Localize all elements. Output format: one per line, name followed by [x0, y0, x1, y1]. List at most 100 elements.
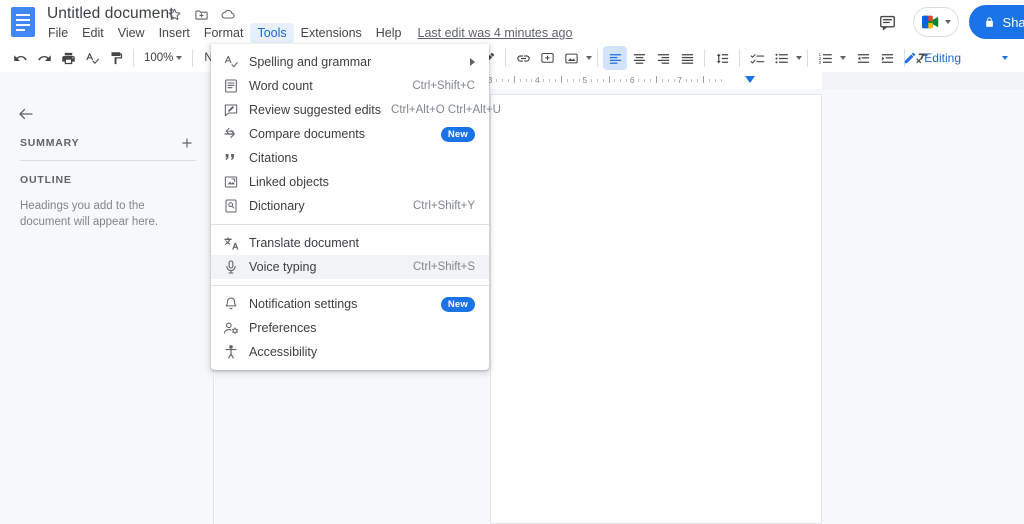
print-button[interactable] [56, 46, 80, 70]
indent-marker[interactable] [745, 76, 755, 83]
align-right-button[interactable] [651, 46, 675, 70]
docs-file-icon[interactable] [8, 6, 38, 38]
align-justify-button[interactable] [675, 46, 699, 70]
formatting-toolbar: 100% Normal [0, 44, 1024, 72]
menu-item-label: Voice typing [249, 260, 317, 274]
outline-empty-hint: Headings you add to the document will ap… [20, 200, 159, 228]
star-icon[interactable] [165, 5, 183, 23]
menu-item-compare-documents[interactable]: Compare documents New [211, 122, 489, 146]
menu-item-accessibility[interactable]: Accessibility [211, 340, 489, 364]
share-button-label: Shar [1002, 14, 1024, 30]
share-button[interactable]: Shar [968, 5, 1024, 39]
editing-chevron-down-icon[interactable] [1002, 56, 1008, 60]
ruler-tick [543, 79, 545, 82]
menu-item-label: Dictionary [249, 199, 305, 213]
menu-item-linked-objects[interactable]: Linked objects [211, 170, 489, 194]
zoom-level-select[interactable]: 100% [139, 47, 187, 69]
ruler-tick [578, 79, 580, 82]
title-action-icons [165, 5, 237, 23]
menu-item-shortcut: Ctrl+Shift+S [413, 261, 475, 273]
menu-insert[interactable]: Insert [152, 23, 197, 43]
dictionary-icon [221, 196, 241, 216]
title-bar: Untitled document File Edit View Insert … [0, 0, 1024, 44]
redo-button[interactable] [32, 46, 56, 70]
comment-history-icon[interactable] [873, 7, 903, 37]
ruler-tick [709, 79, 711, 82]
decrease-indent-button[interactable] [851, 46, 875, 70]
ruler-number: 4 [535, 75, 540, 85]
menu-item-citations[interactable]: Citations [211, 146, 489, 170]
ruler-tick [596, 79, 598, 82]
lock-icon [985, 16, 993, 27]
editing-mode-selector[interactable]: Editing [895, 47, 1016, 69]
ruler-tick [519, 79, 521, 82]
svg-text:3: 3 [819, 60, 822, 65]
menu-item-preferences[interactable]: Preferences [211, 316, 489, 340]
paint-format-button[interactable] [104, 46, 128, 70]
bulleted-list-button[interactable] [769, 46, 793, 70]
ruler-tick [495, 79, 497, 82]
document-title[interactable]: Untitled document [47, 3, 174, 25]
menu-edit[interactable]: Edit [75, 23, 111, 43]
word-count-icon [221, 76, 241, 96]
checklist-button[interactable] [745, 46, 769, 70]
menu-separator [211, 224, 489, 225]
bulleted-list-chevron-down-icon[interactable] [796, 56, 803, 60]
ruler-tick [644, 79, 646, 82]
spelling-check-button[interactable] [80, 46, 104, 70]
menu-item-label: Word count [249, 79, 313, 93]
menu-format[interactable]: Format [197, 23, 251, 43]
menu-extensions[interactable]: Extensions [294, 23, 369, 43]
ruler-tick [555, 79, 557, 82]
citations-icon [221, 148, 241, 168]
ruler-tick [572, 79, 574, 82]
zoom-chevron-down-icon[interactable] [176, 56, 183, 60]
menu-item-notification-settings[interactable]: Notification settings New [211, 292, 489, 316]
menu-item-label: Notification settings [249, 297, 358, 311]
menu-item-review-suggested-edits[interactable]: Review suggested edits Ctrl+Alt+O Ctrl+Al… [211, 98, 501, 122]
menu-file[interactable]: File [41, 23, 75, 43]
menu-item-spelling-and-grammar[interactable]: Spelling and grammar [211, 50, 489, 74]
menu-help[interactable]: Help [369, 23, 409, 43]
meet-chevron-down-icon[interactable] [944, 20, 951, 24]
insert-link-button[interactable] [511, 46, 535, 70]
line-spacing-button[interactable] [710, 46, 734, 70]
numbered-list-chevron-down-icon[interactable] [840, 56, 847, 60]
back-arrow-icon[interactable] [14, 102, 38, 126]
zoom-level-value: 100% [144, 52, 174, 64]
spellcheck-icon [221, 52, 241, 72]
align-center-button[interactable] [627, 46, 651, 70]
ruler-number: 6 [629, 75, 635, 85]
outline-sidebar: SUMMARY OUTLINE Headings you add to the … [0, 72, 214, 524]
menu-tools[interactable]: Tools [250, 23, 294, 43]
menu-item-translate-document[interactable]: Translate document [211, 231, 489, 255]
align-left-button[interactable] [603, 46, 628, 70]
numbered-list-button[interactable]: 123 [813, 46, 837, 70]
toolbar-divider [704, 49, 706, 67]
menu-item-label: Preferences [249, 321, 317, 335]
ruler-tick [549, 79, 551, 82]
ruler-tick [567, 79, 569, 82]
document-page[interactable] [490, 94, 822, 524]
image-chevron-down-icon[interactable] [586, 56, 593, 60]
insert-image-button[interactable] [559, 46, 583, 70]
move-to-folder-icon[interactable] [192, 5, 210, 23]
menu-item-shortcut: Ctrl+Shift+C [412, 80, 475, 92]
menu-item-label: Accessibility [249, 345, 318, 359]
ruler-number: 5 [582, 75, 588, 85]
google-meet-button[interactable] [912, 7, 959, 37]
menu-item-word-count[interactable]: Word count Ctrl+Shift+C [211, 74, 489, 98]
cloud-saved-icon[interactable] [219, 5, 237, 23]
ruler-tick [507, 79, 509, 82]
outline-label: OUTLINE [20, 174, 72, 186]
plus-icon[interactable] [178, 134, 196, 152]
ruler-tick [590, 79, 592, 82]
menu-item-dictionary[interactable]: Dictionary Ctrl+Shift+Y [211, 194, 489, 218]
last-edit-link[interactable]: Last edit was 4 minutes ago [418, 26, 573, 40]
add-comment-button[interactable] [535, 46, 559, 70]
tools-dropdown-menu: Spelling and grammar Word count Ctrl+Shift… [211, 44, 501, 370]
menu-view[interactable]: View [111, 23, 152, 43]
menu-item-voice-typing[interactable]: Voice typing Ctrl+Shift+S [211, 255, 489, 279]
undo-button[interactable] [8, 46, 32, 70]
ruler-tick [620, 79, 622, 82]
